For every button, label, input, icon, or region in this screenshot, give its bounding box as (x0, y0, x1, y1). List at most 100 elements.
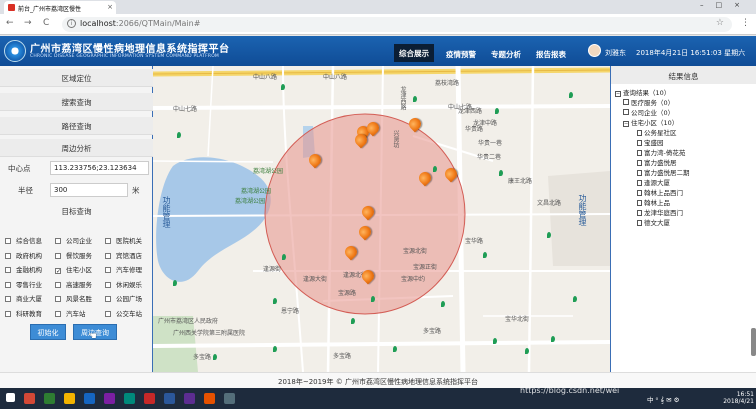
url-input[interactable]: i localhost:2066/QTMain/Main# ☆ (62, 17, 732, 32)
collapse-icon[interactable]: − (615, 91, 621, 97)
nav-reports[interactable]: 报告报表 (531, 45, 571, 63)
tree-root[interactable]: − 查询结果（10） (615, 87, 670, 97)
taskbar-app-icon[interactable] (64, 393, 75, 404)
tree-result-item[interactable]: 逢源大厦 (637, 177, 670, 187)
checkbox-icon[interactable] (5, 252, 11, 259)
forward-icon[interactable]: → (24, 18, 32, 28)
poi-pin-icon[interactable] (273, 298, 277, 304)
center-point-input[interactable]: 113.233756;23.123634 (50, 161, 149, 175)
poi-pin-icon[interactable] (495, 108, 499, 114)
checkbox-icon[interactable] (55, 238, 61, 244)
info-icon[interactable]: i (67, 19, 76, 28)
checkbox-icon[interactable] (55, 296, 61, 302)
system-tray[interactable]: 中 ⁰ 𝄞 ✉ ⚙ (647, 394, 680, 405)
poi-pin-icon[interactable] (213, 354, 217, 360)
taskbar-app-icon[interactable] (44, 393, 55, 404)
poi-checkbox[interactable]: 宾馆酒店 (105, 250, 142, 260)
section-search-query[interactable]: 搜索查询 (0, 93, 153, 111)
nav-topic-analysis[interactable]: 专题分析 (486, 45, 526, 63)
poi-checkbox[interactable]: 汽车站 (55, 308, 86, 318)
poi-checkbox[interactable]: 公交车站 (105, 308, 142, 318)
taskbar-app-icon[interactable] (164, 393, 175, 404)
poi-checkbox[interactable]: 商业大厦 (5, 293, 42, 303)
browser-menu-icon[interactable]: ⋮ (741, 18, 750, 28)
poi-checkbox[interactable]: 综合信息 (5, 235, 42, 245)
taskbar-app-icon[interactable] (104, 393, 115, 404)
back-icon[interactable]: ← (6, 18, 14, 28)
start-icon[interactable] (6, 393, 15, 402)
checkbox-icon[interactable] (5, 267, 11, 273)
poi-pin-icon[interactable] (483, 252, 487, 258)
poi-pin-icon[interactable] (273, 346, 277, 352)
tree-group-company[interactable]: 公司企业（0） (623, 107, 674, 117)
section-route-query[interactable]: 路径查询 (0, 117, 153, 135)
browser-tab[interactable]: 前台_广州市荔湾区慢性 × (4, 1, 116, 14)
poi-pin-icon[interactable] (569, 92, 573, 98)
tree-result-item[interactable]: 富力湾-倚花苑 (637, 147, 685, 157)
checkbox-icon[interactable] (55, 310, 61, 317)
poi-pin-icon[interactable] (282, 254, 286, 260)
nav-overview[interactable]: 综合展示 (394, 44, 434, 62)
checked-box-icon[interactable]: ✓ (55, 268, 61, 275)
scrollbar-handle[interactable] (751, 328, 756, 356)
poi-checkbox[interactable]: 医院机关 (105, 235, 142, 245)
taskbar-app-icon[interactable] (24, 393, 35, 404)
user-avatar[interactable] (588, 44, 601, 57)
taskbar-app-icon[interactable] (184, 393, 195, 404)
poi-pin-icon[interactable] (499, 170, 503, 176)
tree-result-item[interactable]: 德文大厦 (637, 217, 670, 227)
poi-checkbox[interactable]: 政府机构 (5, 250, 42, 260)
tree-result-item[interactable]: 公务星社区 (637, 127, 677, 137)
tree-result-item[interactable]: 富力盛悦居二期 (637, 167, 690, 177)
poi-pin-icon[interactable] (493, 338, 497, 344)
poi-pin-icon[interactable] (413, 96, 417, 102)
checkbox-icon[interactable] (55, 252, 61, 259)
poi-pin-icon[interactable] (281, 84, 285, 90)
tree-result-item[interactable]: 龙津华庭西门 (637, 207, 683, 217)
checkbox-icon[interactable] (105, 310, 111, 317)
tree-result-item[interactable]: 翰林上品西门 (637, 187, 683, 197)
taskbar-app-icon[interactable] (204, 393, 215, 404)
poi-checkbox[interactable]: 休闲娱乐 (105, 279, 142, 289)
poi-pin-icon[interactable] (393, 346, 397, 352)
nav-epidemic-warning[interactable]: 疫情预警 (441, 45, 481, 63)
checkbox-icon[interactable] (5, 281, 11, 288)
poi-checkbox[interactable]: 餐饮服务 (55, 250, 92, 260)
poi-checkbox[interactable]: 公园广场 (105, 293, 142, 303)
checkbox-icon[interactable] (5, 296, 11, 302)
poi-pin-icon[interactable] (441, 301, 445, 307)
checkbox-icon[interactable] (105, 252, 111, 259)
radius-input[interactable]: 300 (50, 183, 128, 197)
poi-checkbox[interactable]: 公司企业 (55, 235, 92, 245)
checkbox-icon[interactable] (105, 281, 111, 288)
poi-checkbox[interactable]: ✓ 住宅小区 (55, 264, 92, 275)
poi-pin-icon[interactable] (177, 132, 181, 138)
checkbox-icon[interactable] (105, 267, 111, 273)
collapse-icon[interactable]: − (623, 121, 629, 127)
taskbar-app-icon[interactable] (224, 393, 235, 404)
expand-icon[interactable] (623, 99, 629, 105)
poi-pin-icon[interactable] (551, 336, 555, 342)
poi-checkbox[interactable]: 金融机构 (5, 264, 42, 274)
poi-pin-icon[interactable] (173, 280, 177, 286)
taskbar-app-icon[interactable] (144, 393, 155, 404)
poi-checkbox[interactable]: 汽车修理 (105, 264, 142, 274)
taskbar-app-icon[interactable] (124, 393, 135, 404)
poi-pin-icon[interactable] (351, 318, 355, 324)
poi-checkbox[interactable]: 科研教育 (5, 308, 42, 318)
tab-close-icon[interactable]: × (107, 3, 113, 11)
poi-checkbox[interactable]: 零售行业 (5, 279, 42, 289)
checkbox-icon[interactable] (5, 310, 11, 317)
tree-group-medical[interactable]: 医疗服务（0） (623, 97, 674, 107)
tree-result-item[interactable]: 宝盛园 (637, 137, 664, 147)
tree-result-item[interactable]: 翰林上品 (637, 197, 670, 207)
poi-pin-icon[interactable] (433, 166, 437, 172)
poi-pin-icon[interactable] (547, 232, 551, 238)
expand-icon[interactable] (623, 109, 629, 115)
poi-pin-icon[interactable] (573, 296, 577, 302)
checkbox-icon[interactable] (105, 296, 111, 302)
section-area-locate[interactable]: 区域定位 (0, 69, 153, 87)
poi-pin-icon[interactable] (525, 348, 529, 354)
poi-checkbox[interactable]: 高速服务 (55, 279, 92, 289)
checkbox-icon[interactable] (5, 238, 11, 244)
